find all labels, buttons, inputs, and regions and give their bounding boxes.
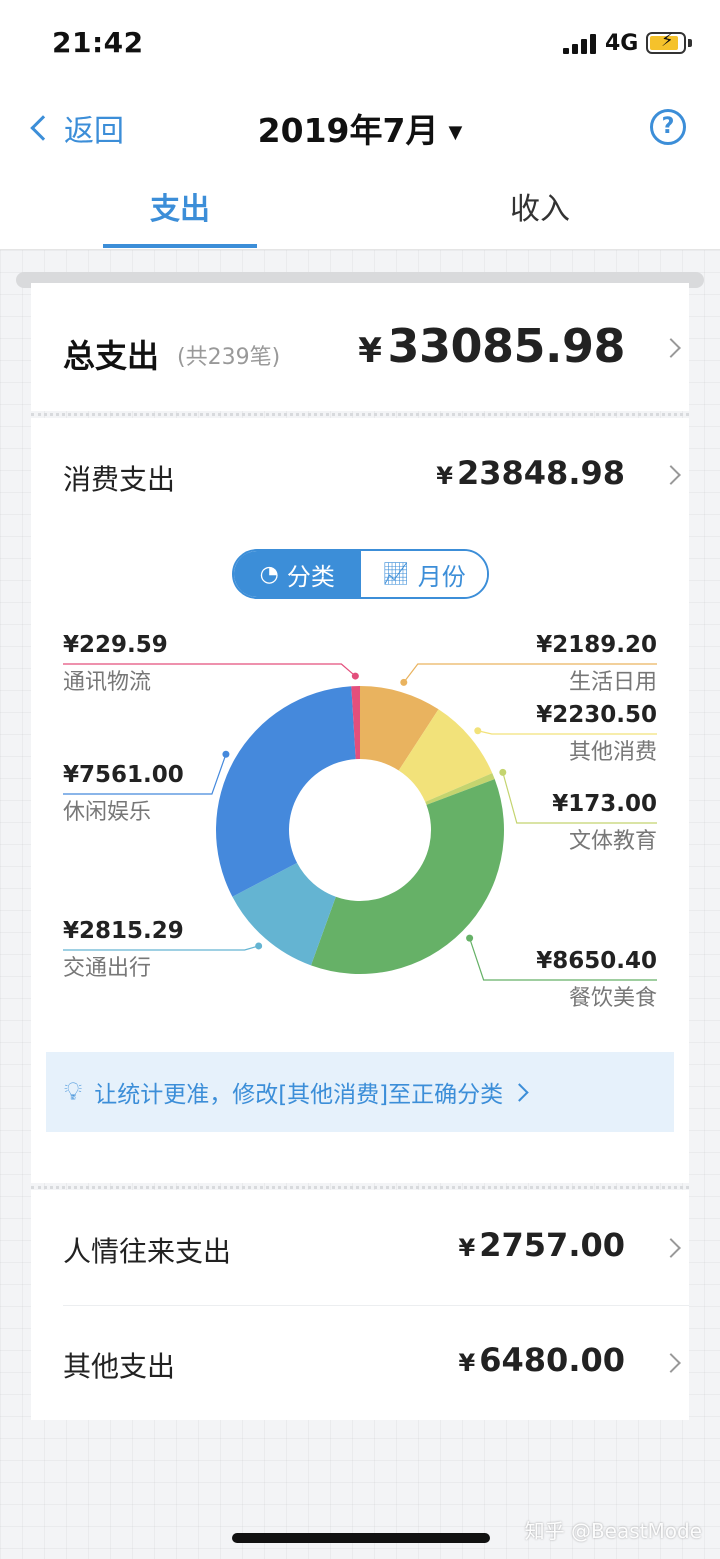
chevron-right-icon	[510, 1082, 529, 1102]
leader-dot	[351, 672, 359, 680]
dotted-divider	[31, 1186, 689, 1189]
help-icon[interactable]: ?	[650, 109, 686, 145]
chevron-right-icon	[661, 1353, 681, 1373]
dotted-divider	[31, 413, 689, 416]
consume-card: 消费支出 ¥23848.98 ◔ 分类 📈︎ 月份 ¥2189.20 生活日用 ¥223…	[31, 418, 689, 1183]
status-bar: 21:42 4G ⚡	[0, 0, 720, 88]
leader-dot	[474, 727, 482, 735]
chart-label-name: 生活日用	[568, 670, 657, 695]
currency-symbol: ¥	[458, 1234, 476, 1262]
nav-bar: 返回 2019年7月 ▼ ?	[0, 88, 720, 168]
leader-dot	[466, 934, 474, 942]
chart-label-name: 交通出行	[63, 956, 152, 981]
chart-label-amount: ¥8650.40	[536, 948, 657, 974]
chart-label-amount: ¥2189.20	[536, 632, 657, 658]
total-expense-card[interactable]: 总支出 (共239笔) ¥33085.98	[31, 283, 689, 411]
month-selector[interactable]: 2019年7月 ▼	[0, 104, 720, 152]
currency-symbol: ¥	[358, 331, 382, 371]
row-gift-expense[interactable]: 人情往来支出 ¥2757.00	[31, 1190, 689, 1306]
tab-expense[interactable]: 支出	[80, 184, 280, 228]
chart-label-amount: ¥7561.00	[63, 762, 184, 788]
caret-down-icon: ▼	[448, 122, 463, 143]
row-label: 其他支出	[63, 1350, 176, 1383]
tab-bar: 支出 收入	[0, 168, 720, 250]
status-time: 21:42	[52, 26, 144, 59]
chart-label: ¥8650.40 餐饮美食	[536, 948, 657, 1012]
chart-label-name: 休闲娱乐	[63, 800, 152, 825]
home-indicator[interactable]	[232, 1533, 490, 1543]
other-expense-card: 人情往来支出 ¥2757.00 其他支出 ¥6480.00	[31, 1190, 689, 1420]
charging-icon: ⚡	[661, 30, 674, 51]
chart-label-name: 通讯物流	[63, 670, 152, 695]
tip-text: 让统计更准，修改[其他消费]至正确分类	[94, 1082, 504, 1108]
leader-dot	[222, 750, 230, 758]
chart-label: ¥7561.00 休闲娱乐	[63, 762, 184, 826]
chart-label: ¥229.59 通讯物流	[63, 632, 168, 696]
row-label: 人情往来支出	[63, 1235, 232, 1268]
row-other-expense[interactable]: 其他支出 ¥6480.00	[31, 1305, 689, 1420]
chevron-right-icon	[661, 338, 681, 358]
total-label: 总支出	[63, 337, 160, 375]
month-title: 2019年7月	[257, 111, 439, 150]
chart-label-amount: ¥2815.29	[63, 918, 184, 944]
lightbulb-icon: 💡︎	[64, 1076, 83, 1107]
chart-label-amount: ¥173.00	[552, 791, 657, 817]
leader-dot	[400, 678, 408, 686]
row-amount: ¥2757.00	[459, 1226, 625, 1264]
row-amount: ¥6480.00	[459, 1341, 625, 1379]
total-amount: ¥33085.98	[358, 319, 625, 373]
chart-label: ¥173.00 文体教育	[552, 791, 657, 855]
leader-dot	[499, 768, 507, 776]
watermark: 知乎 @BeastMode	[524, 1519, 702, 1543]
tip-banner[interactable]: 💡︎ 让统计更准，修改[其他消费]至正确分类	[46, 1052, 674, 1132]
network-label: 4G	[605, 31, 639, 56]
row-amount-value: 2757.00	[479, 1226, 625, 1264]
chart-label: ¥2230.50 其他消费	[536, 702, 657, 766]
tab-indicator	[103, 244, 257, 248]
chart-label: ¥2189.20 生活日用	[536, 632, 657, 696]
leader-dot	[255, 942, 263, 950]
row-amount-value: 6480.00	[479, 1341, 625, 1379]
tab-income[interactable]: 收入	[440, 184, 640, 228]
total-amount-value: 33085.98	[387, 319, 625, 373]
chart-label: ¥2815.29 交通出行	[63, 918, 184, 982]
currency-symbol: ¥	[458, 1349, 476, 1377]
app-screen: 21:42 4G ⚡ 返回 2019年7月 ▼ ? 支出 收入 总支出 (共239…	[0, 0, 720, 1559]
chart-label-amount: ¥229.59	[63, 632, 168, 658]
donut-slice-3[interactable]	[310, 779, 504, 974]
battery-tip	[688, 39, 692, 47]
signal-icon	[563, 34, 599, 54]
chart-label-name: 餐饮美食	[568, 986, 657, 1011]
chart-label-amount: ¥2230.50	[536, 702, 657, 728]
chart-label-name: 文体教育	[568, 829, 657, 854]
chart-label-name: 其他消费	[568, 740, 657, 765]
donut-slice-5[interactable]	[216, 686, 356, 897]
chevron-right-icon	[661, 1238, 681, 1258]
total-count: (共239笔)	[177, 345, 281, 370]
